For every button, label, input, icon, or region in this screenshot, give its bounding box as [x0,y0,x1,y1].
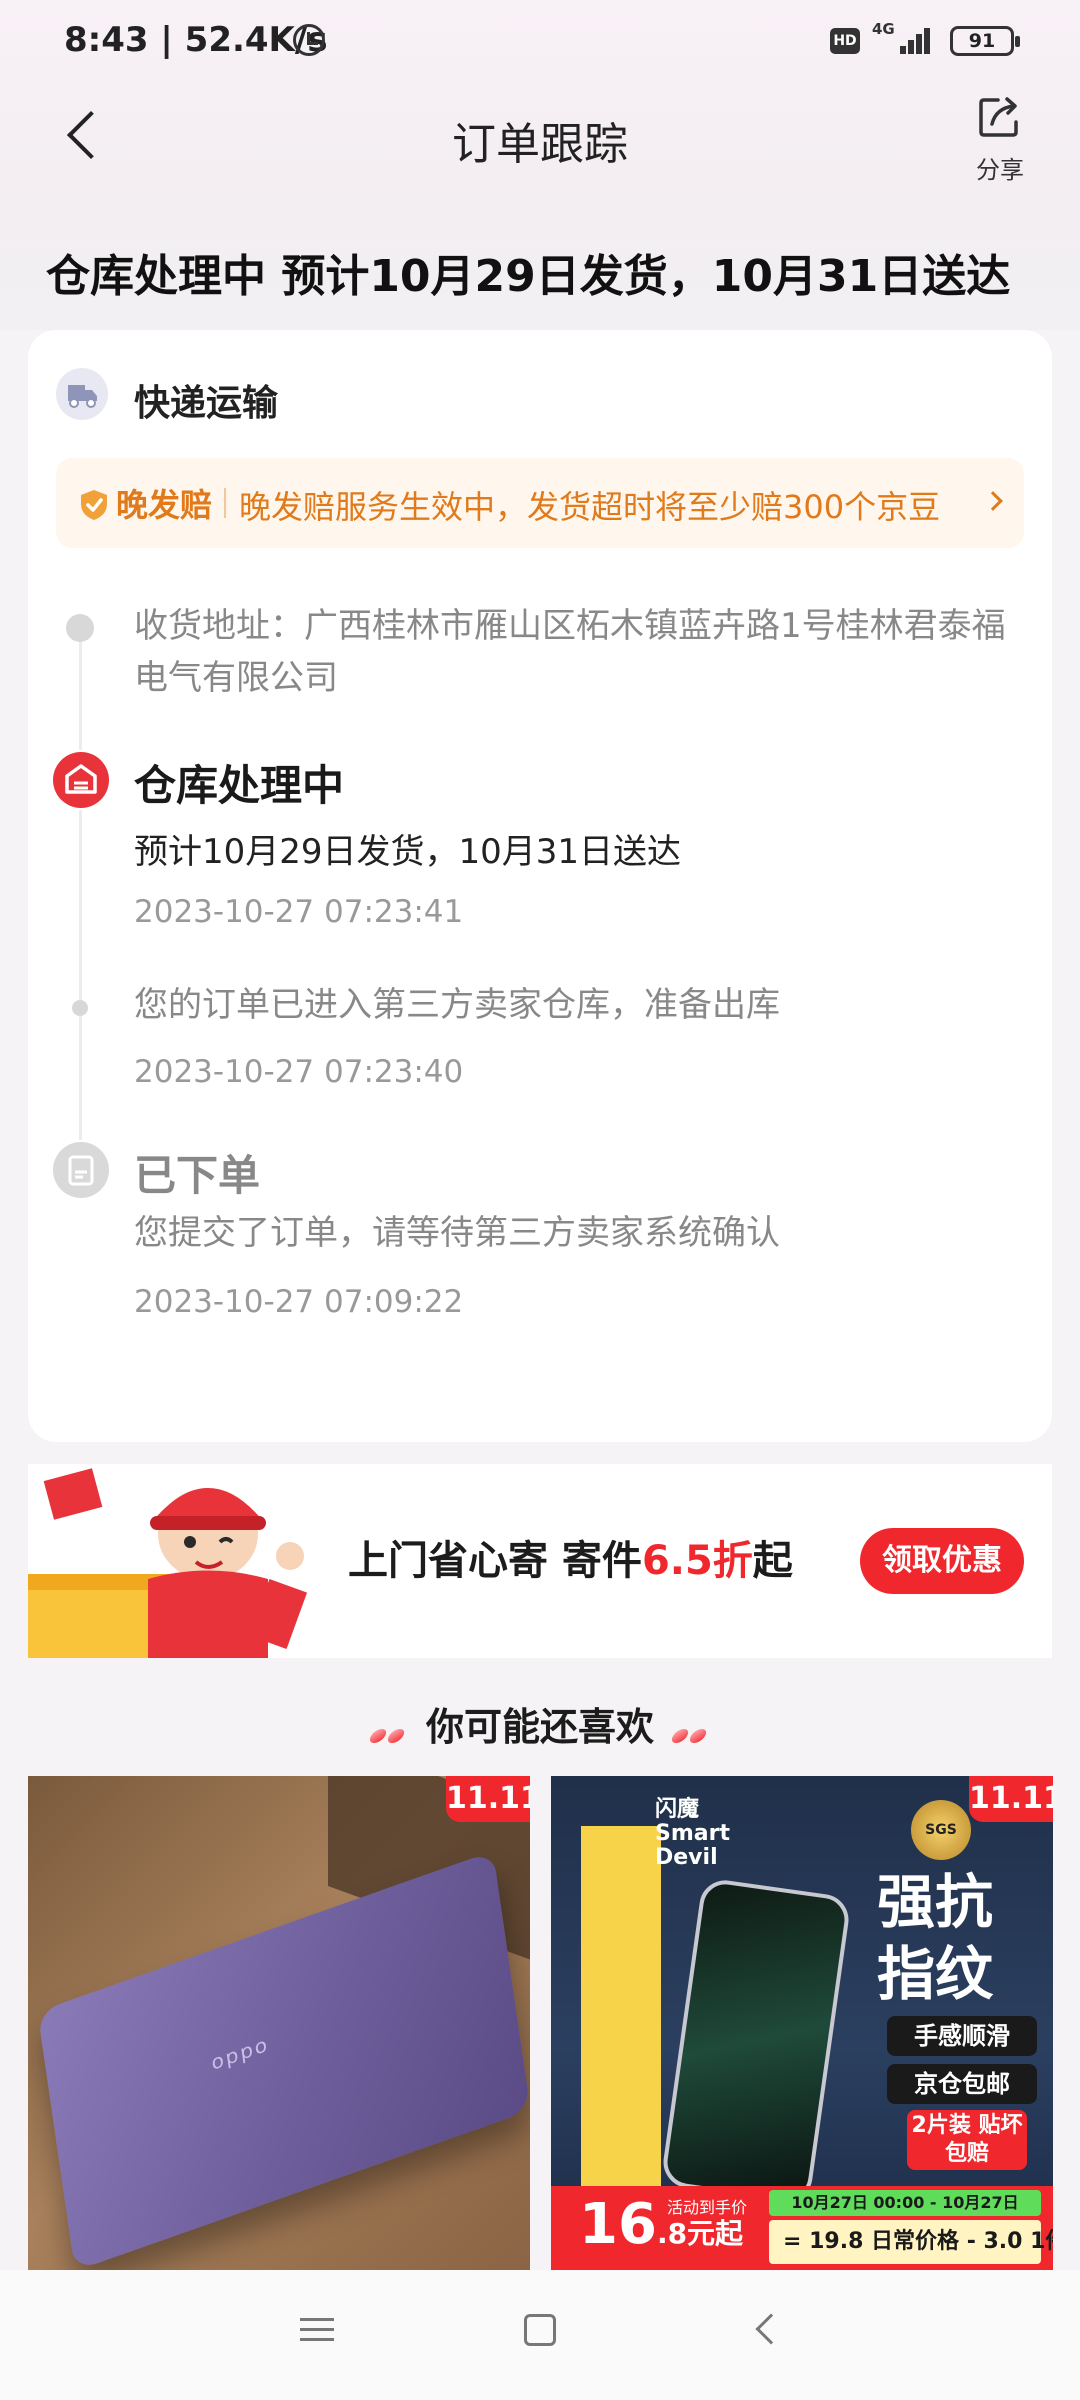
price-activity-label: 活动到手价 [667,2198,748,2217]
status-processing-time: 2023-10-27 07:23:41 [134,894,464,930]
status-processing-body: 预计10月29日发货，10月31日送达 [134,832,682,872]
double-eleven-tag: 11.11 [446,1776,530,1822]
chevron-right-icon [983,491,1003,511]
order-placed-icon [53,1142,109,1198]
tablet-image: oppo [37,1850,530,2270]
shield-icon [81,490,107,520]
system-navigation-bar [0,2270,1080,2400]
status-warehouse-body: 您的订单已进入第三方卖家仓库，准备出库 [134,985,780,1025]
status-ordered-body: 您提交了订单，请等待第三方卖家系统确认 [134,1213,780,1253]
package-badge: 2片装 贴坏包赔 [907,2110,1027,2170]
promo-date: 10月27日 00:00 - 10月27日 23:59 [769,2190,1041,2238]
sgs-badge: SGS [911,1800,971,1860]
banner-divider [224,488,226,518]
truck-icon [56,368,108,420]
protector-box-image [581,1826,661,2216]
warehouse-icon [53,752,109,808]
courier-promo-banner[interactable]: 上门省心寄 寄件6.5折起 领取优惠 [28,1464,1052,1658]
price-bar: 16.8元起 活动到手价 10月27日 00:00 - 10月27日 23:59… [551,2186,1053,2270]
status-time-speed: 8:43 | 52.4K/s [64,20,328,60]
share-button[interactable]: 分享 [960,90,1040,186]
transport-title: 快递运输 [134,383,279,424]
delivery-address: 收货地址：广西桂林市雁山区柘木镇蓝卉路1号桂林君泰福电气有限公司 [134,606,1006,698]
home-icon[interactable] [524,2314,556,2346]
product-card-tablet[interactable]: oppo 11.11 [28,1776,530,2270]
recommend-title: 你可能还喜欢 [425,1705,654,1749]
timeline-dot [72,1000,88,1016]
share-label: 分享 [976,156,1024,184]
page-title: 订单跟踪 [452,119,628,170]
nav-back-icon[interactable] [755,2313,787,2345]
courier-mascot-illustration [28,1468,308,1658]
signal-icon [892,24,934,54]
timeline-dot [66,614,94,642]
decoration-left-icon [366,1725,411,1747]
banner-tag: 晚发赔 [116,486,213,524]
brand-name: 闪魔 Smart Devil [655,1797,730,1870]
product-feature-2: 京仓包邮 [887,2064,1037,2104]
tracking-card: 快递运输 晚发赔 晚发赔服务生效中，发货超时将至少赔300个京豆 收货地址：广西… [28,330,1052,1442]
status-warehouse-time: 2023-10-27 07:23:40 [134,1054,464,1090]
order-status-headline: 仓库处理中 预计10月29日发货，10月31日送达 [46,251,1011,302]
status-ordered-time: 2023-10-27 07:09:22 [134,1284,464,1320]
timeline-connector [79,810,82,1140]
double-eleven-tag: 11.11 [969,1776,1053,1822]
decoration-right-icon [669,1725,713,1747]
phone-image [660,1877,852,2205]
status-bar: 8:43 | 52.4K/s HD 4G 91 [0,0,1080,80]
price-breakdown: = 19.8 日常价格 - 3.0 1件85折 [769,2220,1053,2264]
share-icon [979,97,1018,137]
status-ordered-title: 已下单 [134,1151,261,1200]
battery-icon: 91 [950,26,1020,56]
status-processing-title: 仓库处理中 [134,761,345,810]
recommend-header: 你可能还喜欢 [0,1696,1080,1751]
brand-logo: oppo [209,2031,271,2075]
product-headline: 强抗指纹 [877,1868,994,2008]
product-card-screen-protector[interactable]: 闪魔 Smart Devil SGS 强抗指纹 手感顺滑 京仓包邮 2片装 贴坏… [551,1776,1053,2270]
alarm-icon [293,24,325,56]
promo-text: 上门省心寄 寄件6.5折起 [348,1538,793,1584]
menu-icon[interactable] [300,2316,334,2344]
banner-text: 晚发赔服务生效中，发货超时将至少赔300个京豆 [239,488,941,526]
late-compensation-banner[interactable]: 晚发赔 晚发赔服务生效中，发货超时将至少赔300个京豆 [56,458,1024,548]
hd-icon: HD [830,28,860,54]
claim-discount-button[interactable]: 领取优惠 [860,1528,1024,1594]
product-feature-1: 手感顺滑 [887,2016,1037,2056]
